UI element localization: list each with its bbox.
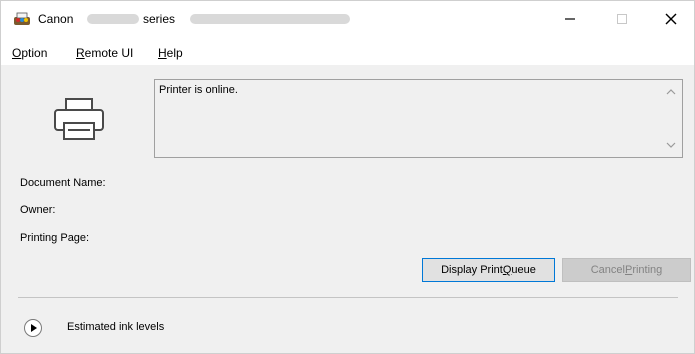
maximize-button[interactable]: [599, 1, 645, 37]
printing-page-label: Printing Page:: [20, 232, 90, 244]
close-button[interactable]: [648, 1, 694, 37]
window-title-series: series: [143, 12, 176, 26]
status-message: Printer is online.: [159, 84, 238, 96]
menu-remote-ui-label: emote UI: [84, 46, 134, 60]
status-message-box[interactable]: Printer is online.: [154, 79, 683, 158]
menu-help-label: elp: [166, 46, 183, 60]
owner-label: Owner:: [20, 204, 56, 216]
maximize-icon: [617, 14, 627, 24]
cancel-label-end: rinting: [632, 264, 663, 276]
menu-remote-ui[interactable]: Remote UI: [76, 46, 133, 60]
cancel-access-key: P: [624, 264, 633, 276]
cancel-label-start: Cancel: [590, 264, 625, 276]
menu-option-label: ption: [21, 46, 48, 60]
window-title-brand: Canon: [38, 12, 74, 26]
title-bar[interactable]: Canon series: [1, 1, 694, 37]
close-icon: [665, 13, 677, 25]
menu-remote-ui-access-key: R: [76, 46, 85, 60]
menu-help[interactable]: Help: [158, 46, 183, 60]
play-icon: [31, 324, 37, 332]
display-queue-access-key: Q: [502, 264, 512, 276]
document-name-label: Document Name:: [20, 177, 106, 189]
scroll-down-arrow-icon[interactable]: [666, 141, 676, 149]
menu-option-access-key: O: [12, 46, 22, 60]
printer-icon: [54, 98, 104, 140]
cancel-printing-button[interactable]: Cancel Printing: [562, 258, 691, 282]
redacted-model-name: [87, 14, 139, 24]
minimize-button[interactable]: [547, 1, 593, 37]
display-queue-label-start: Display Print: [441, 264, 503, 276]
minimize-icon: [565, 18, 575, 20]
section-divider: [18, 297, 678, 298]
display-print-queue-button[interactable]: Display Print Queue: [422, 258, 555, 282]
display-queue-label-end: ueue: [511, 264, 536, 276]
redacted-printer-address: [190, 14, 350, 24]
scroll-up-arrow-icon[interactable]: [666, 88, 676, 96]
menu-option[interactable]: Option: [12, 46, 47, 60]
canon-printer-app-icon: [14, 12, 30, 25]
printer-status-window: Canon series Option Remote UI Help Print…: [0, 0, 695, 354]
menu-bar: Option Remote UI Help: [1, 37, 694, 65]
menu-help-access-key: H: [158, 46, 167, 60]
estimated-ink-levels-label: Estimated ink levels: [67, 321, 165, 333]
expand-ink-levels-button[interactable]: [24, 319, 42, 337]
